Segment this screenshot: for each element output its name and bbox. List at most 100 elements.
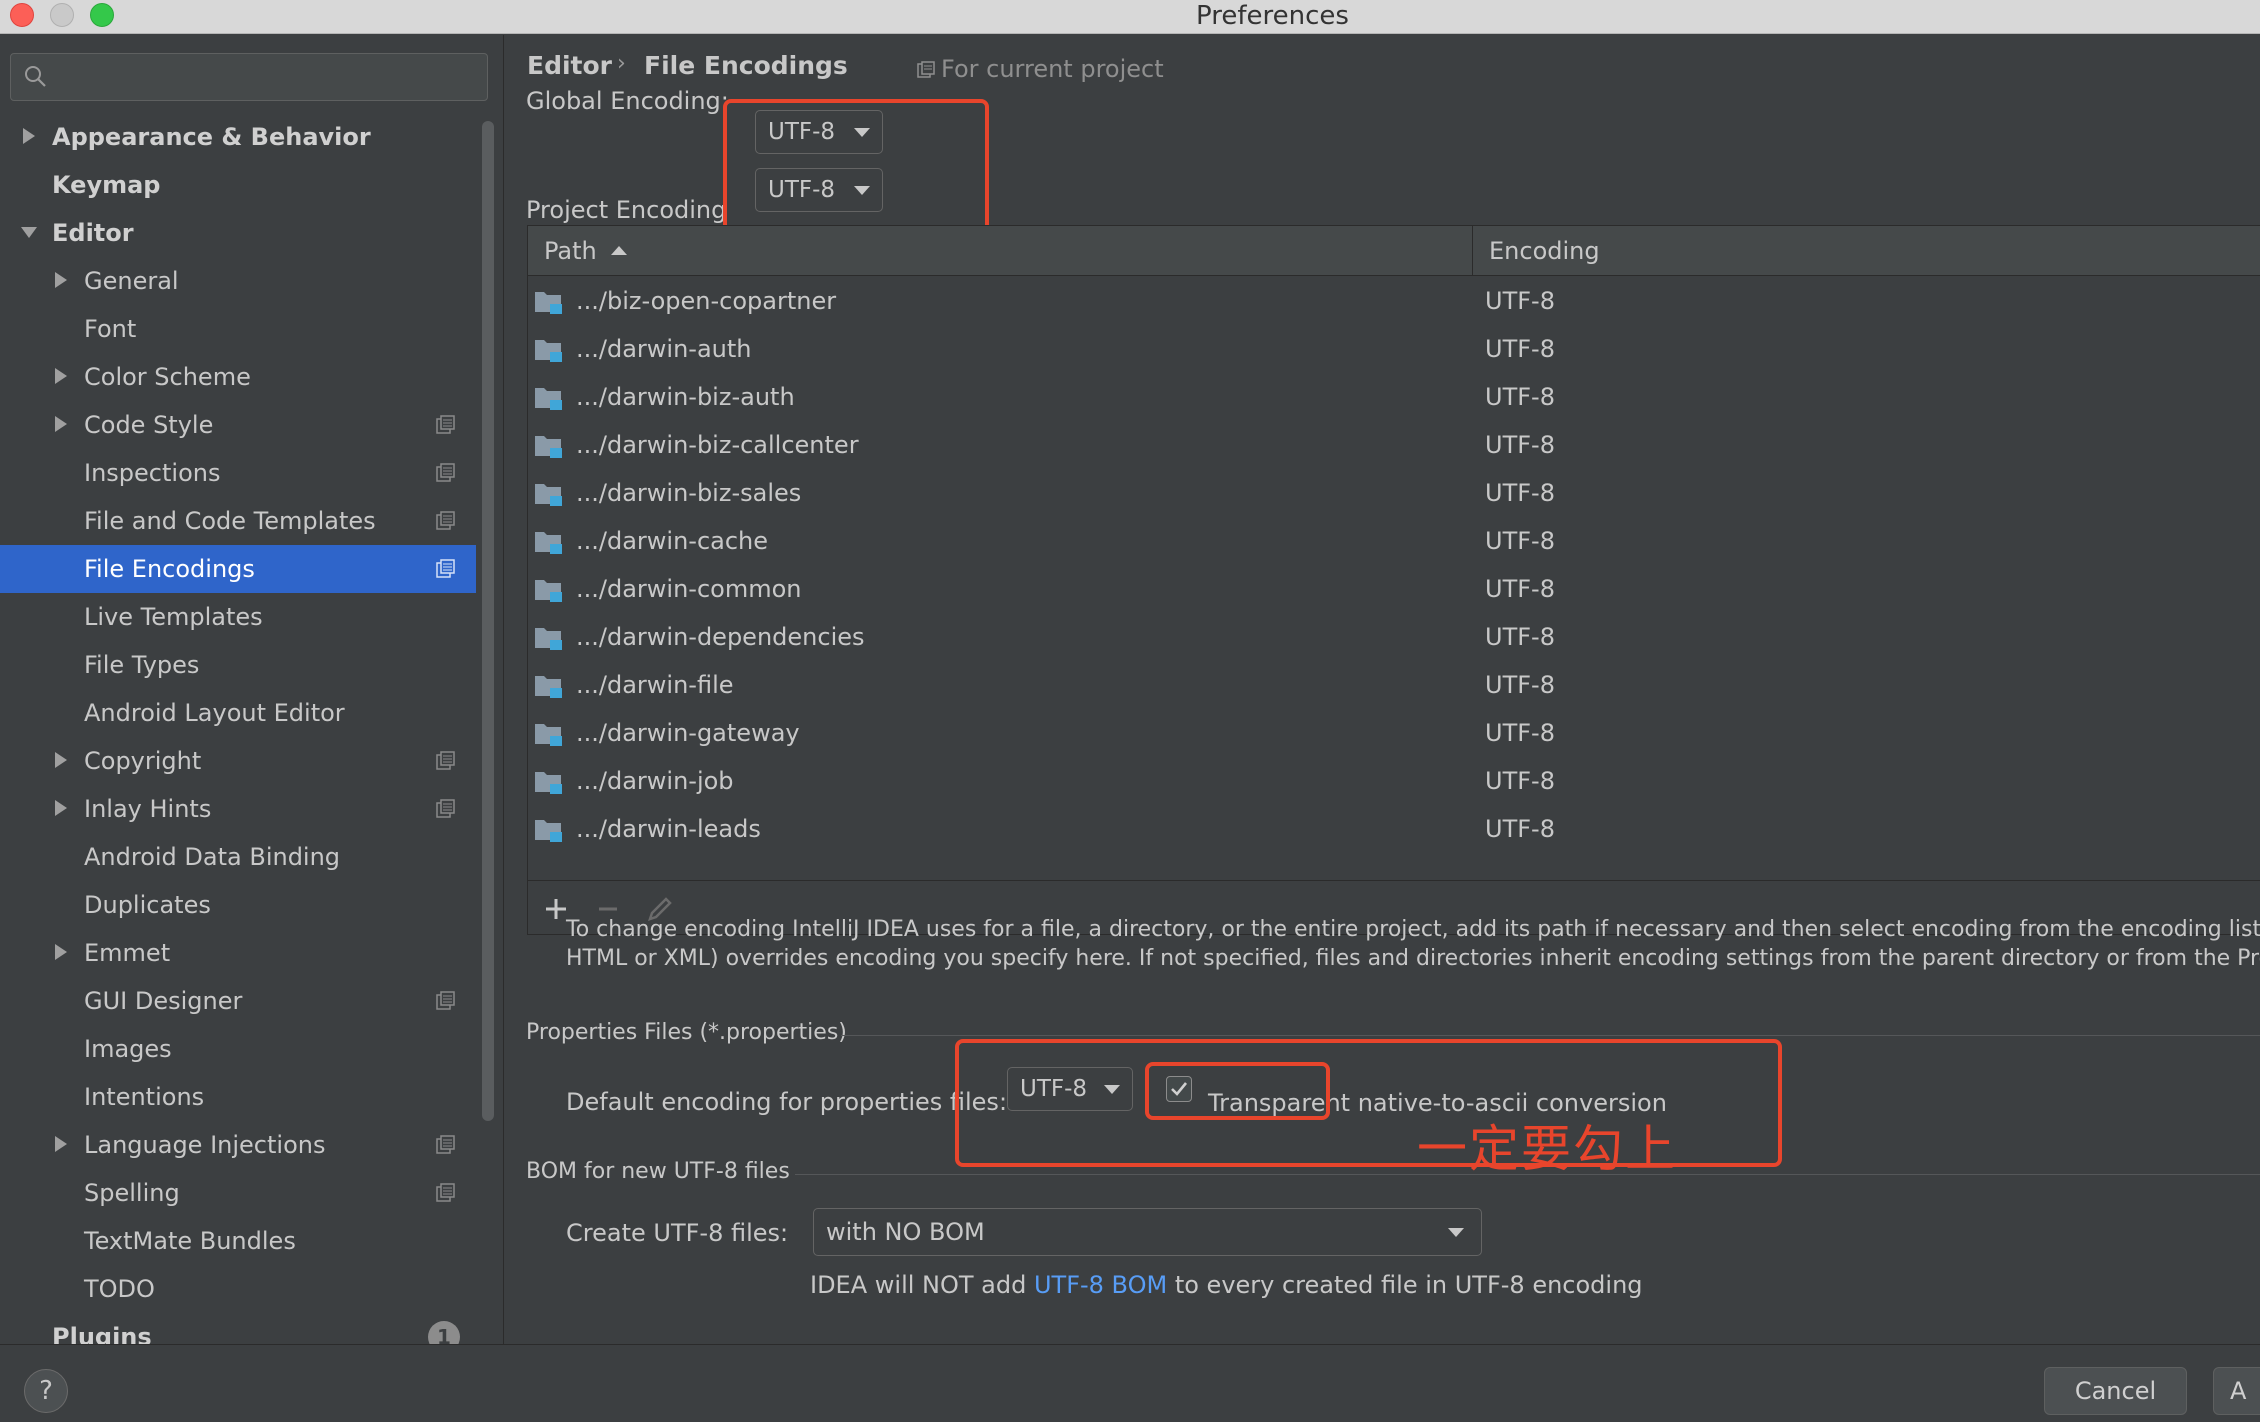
sidebar-item-plugins[interactable]: Plugins 1 [0, 1313, 476, 1344]
sidebar-item-android-data-binding[interactable]: Android Data Binding [0, 833, 476, 881]
chevron-right-icon[interactable] [50, 1133, 72, 1155]
breadcrumb-parent[interactable]: Editor [527, 51, 612, 80]
table-cell-path: .../darwin-biz-sales [576, 479, 802, 507]
sidebar-item-label: Inlay Hints [84, 795, 212, 823]
table-row[interactable]: .../darwin-cache UTF-8 [528, 517, 2260, 565]
table-row[interactable]: .../darwin-auth UTF-8 [528, 325, 2260, 373]
breadcrumb-separator: › [617, 51, 626, 76]
table-row[interactable]: .../darwin-leads UTF-8 [528, 805, 2260, 853]
sidebar-item-android-layout-editor[interactable]: Android Layout Editor [0, 689, 476, 737]
sidebar-scrollbar[interactable] [482, 121, 494, 1121]
cancel-button[interactable]: Cancel [2044, 1367, 2187, 1415]
table-row[interactable]: .../darwin-biz-auth UTF-8 [528, 373, 2260, 421]
table-row[interactable]: .../darwin-biz-sales UTF-8 [528, 469, 2260, 517]
module-folder-icon [535, 676, 562, 698]
sidebar-item-label: Images [84, 1035, 172, 1063]
sidebar-item-file-encodings[interactable]: File Encodings [0, 545, 476, 593]
apply-button[interactable]: A [2213, 1367, 2260, 1415]
chevron-down-icon[interactable] [18, 221, 40, 243]
table-cell-path: .../darwin-file [576, 671, 734, 699]
table-cell-encoding[interactable]: UTF-8 [1485, 565, 1555, 613]
project-scope-icon [436, 799, 455, 818]
sidebar-item-label: Spelling [84, 1179, 180, 1207]
sidebar-item-label: Duplicates [84, 891, 211, 919]
chevron-right-icon[interactable] [50, 413, 72, 435]
sidebar-item-images[interactable]: Images [0, 1025, 476, 1073]
sidebar-item-inlay-hints[interactable]: Inlay Hints [0, 785, 476, 833]
chevron-right-icon[interactable] [50, 941, 72, 963]
chevron-down-icon [1448, 1228, 1464, 1237]
sidebar-item-live-templates[interactable]: Live Templates [0, 593, 476, 641]
sidebar-item-gui-designer[interactable]: GUI Designer [0, 977, 476, 1025]
table-cell-encoding[interactable]: UTF-8 [1485, 469, 1555, 517]
help-button[interactable]: ? [24, 1369, 68, 1413]
table-row[interactable]: .../darwin-biz-callcenter UTF-8 [528, 421, 2260, 469]
module-folder-icon [535, 772, 562, 794]
module-folder-icon [535, 580, 562, 602]
sidebar-item-emmet[interactable]: Emmet [0, 929, 476, 977]
table-cell-encoding[interactable]: UTF-8 [1485, 709, 1555, 757]
sidebar-item-appearance-behavior[interactable]: Appearance & Behavior [0, 113, 476, 161]
project-scope-icon [436, 1183, 455, 1202]
sidebar-item-file-types[interactable]: File Types [0, 641, 476, 689]
sidebar-item-label: Font [84, 315, 137, 343]
table-cell-path: .../darwin-auth [576, 335, 752, 363]
sidebar-item-font[interactable]: Font [0, 305, 476, 353]
chevron-right-icon[interactable] [50, 365, 72, 387]
sidebar-item-label: TextMate Bundles [84, 1227, 296, 1255]
sidebar-item-todo[interactable]: TODO [0, 1265, 476, 1313]
chevron-right-icon[interactable] [18, 125, 40, 147]
file-encodings-panel: Editor › File Encodings For current proj… [505, 35, 2260, 1344]
column-divider[interactable] [1472, 226, 1473, 276]
group-separator [841, 1035, 2260, 1036]
window-title: Preferences [1196, 1, 1349, 31]
table-row[interactable]: .../darwin-file UTF-8 [528, 661, 2260, 709]
utf8-bom-link[interactable]: UTF-8 BOM [1034, 1271, 1167, 1299]
project-scope-icon [436, 751, 455, 770]
table-cell-path: .../darwin-biz-auth [576, 383, 795, 411]
table-row[interactable]: .../darwin-gateway UTF-8 [528, 709, 2260, 757]
table-cell-encoding[interactable]: UTF-8 [1485, 325, 1555, 373]
search-input[interactable] [59, 58, 479, 96]
sidebar-item-editor[interactable]: Editor [0, 209, 476, 257]
chevron-right-icon[interactable] [50, 797, 72, 819]
sidebar-item-spelling[interactable]: Spelling [0, 1169, 476, 1217]
sidebar-item-label: Editor [52, 219, 134, 247]
encoding-help-text: To change encoding IntelliJ IDEA uses fo… [566, 915, 2260, 973]
table-cell-encoding[interactable]: UTF-8 [1485, 277, 1555, 325]
column-header-encoding[interactable]: Encoding [1489, 226, 1600, 276]
sidebar-item-code-style[interactable]: Code Style [0, 401, 476, 449]
table-row[interactable]: .../darwin-dependencies UTF-8 [528, 613, 2260, 661]
table-cell-encoding[interactable]: UTF-8 [1485, 805, 1555, 853]
project-scope-icon [436, 1135, 455, 1154]
column-header-path[interactable]: Path [544, 226, 627, 276]
sidebar-item-label: Plugins [52, 1323, 152, 1344]
table-row[interactable]: .../darwin-common UTF-8 [528, 565, 2260, 613]
sidebar-item-duplicates[interactable]: Duplicates [0, 881, 476, 929]
chevron-right-icon[interactable] [50, 269, 72, 291]
table-cell-path: .../darwin-gateway [576, 719, 800, 747]
table-cell-path: .../biz-open-copartner [576, 287, 837, 315]
create-utf8-files-select[interactable]: with NO BOM [813, 1208, 1482, 1256]
sidebar-item-color-scheme[interactable]: Color Scheme [0, 353, 476, 401]
table-cell-encoding[interactable]: UTF-8 [1485, 661, 1555, 709]
path-encoding-table: Path Encoding .../biz-open-copartner UTF-… [527, 225, 2260, 935]
sidebar-item-inspections[interactable]: Inspections [0, 449, 476, 497]
table-cell-encoding[interactable]: UTF-8 [1485, 421, 1555, 469]
highlight-box-checkbox [1145, 1062, 1330, 1120]
table-cell-encoding[interactable]: UTF-8 [1485, 517, 1555, 565]
table-cell-encoding[interactable]: UTF-8 [1485, 373, 1555, 421]
sidebar-item-intentions[interactable]: Intentions [0, 1073, 476, 1121]
chevron-right-icon[interactable] [50, 749, 72, 771]
table-cell-encoding[interactable]: UTF-8 [1485, 613, 1555, 661]
settings-search[interactable] [10, 53, 488, 101]
table-row[interactable]: .../biz-open-copartner UTF-8 [528, 277, 2260, 325]
sidebar-item-keymap[interactable]: Keymap [0, 161, 476, 209]
sidebar-item-textmate-bundles[interactable]: TextMate Bundles [0, 1217, 476, 1265]
sidebar-item-general[interactable]: General [0, 257, 476, 305]
table-cell-encoding[interactable]: UTF-8 [1485, 757, 1555, 805]
sidebar-item-language-injections[interactable]: Language Injections [0, 1121, 476, 1169]
sidebar-item-file-and-code-templates[interactable]: File and Code Templates [0, 497, 476, 545]
table-row[interactable]: .../darwin-job UTF-8 [528, 757, 2260, 805]
sidebar-item-copyright[interactable]: Copyright [0, 737, 476, 785]
